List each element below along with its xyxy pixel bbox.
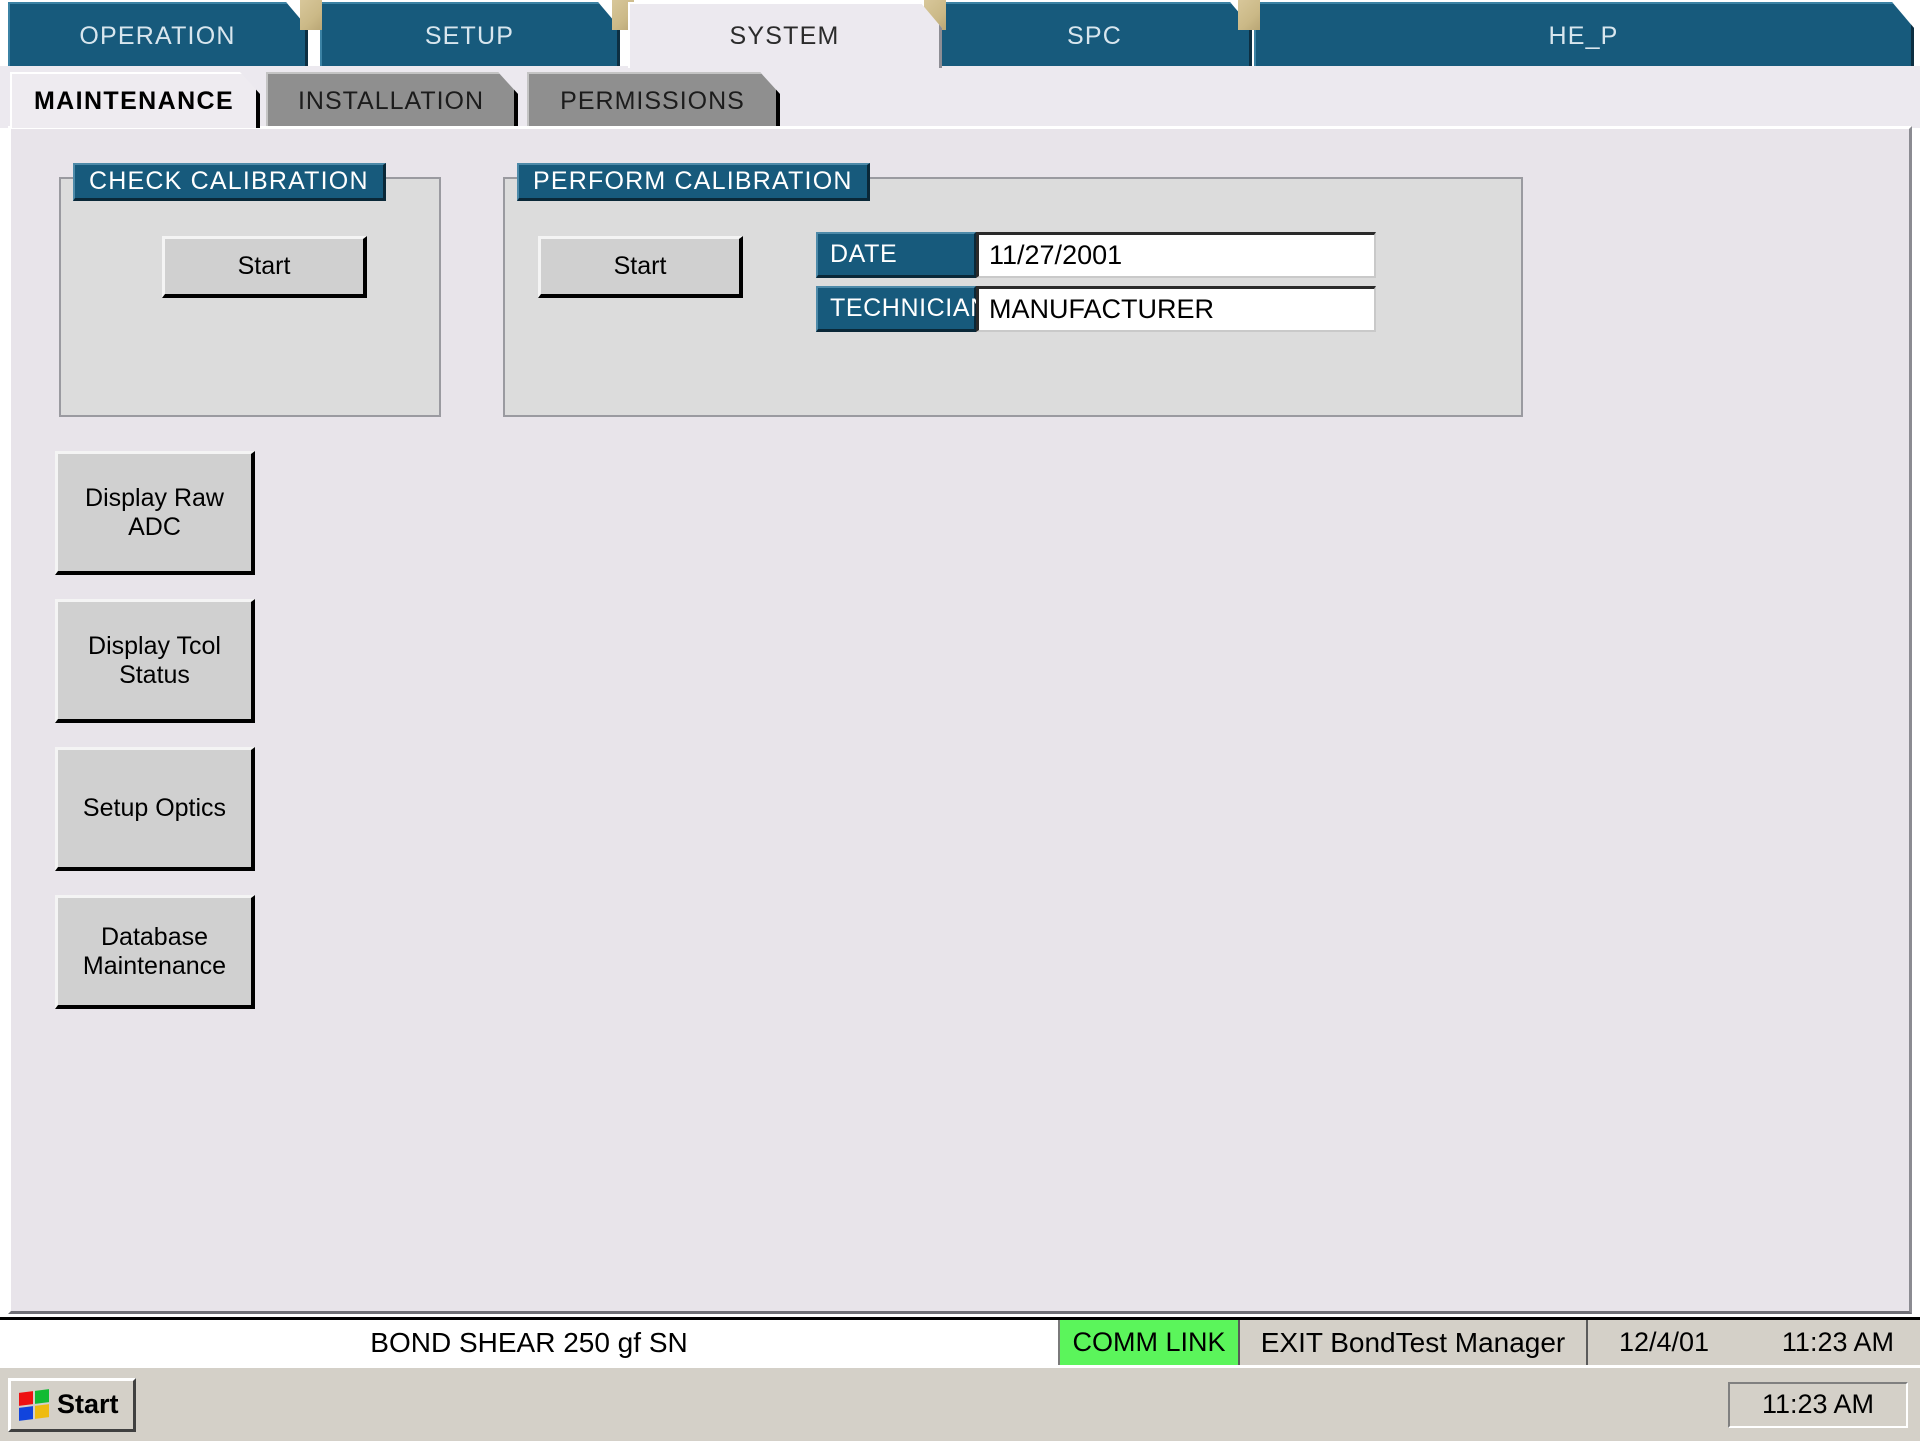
exit-bondtest-manager-button[interactable]: EXIT BondTest Manager: [1240, 1320, 1588, 1365]
status-bar-time: 11:23 AM: [1781, 1327, 1894, 1357]
comm-link-status-badge[interactable]: COMM LINK: [1060, 1320, 1240, 1365]
application-status-bar: BOND SHEAR 250 gf SN COMM LINK EXIT Bond…: [0, 1317, 1920, 1365]
sub-tab-installation[interactable]: INSTALLATION: [266, 72, 518, 128]
main-tab-setup-label: SETUP: [424, 21, 515, 50]
machine-identification: BOND SHEAR 250 gf SN: [0, 1320, 1060, 1365]
sub-tab-installation-label: INSTALLATION: [297, 86, 485, 115]
database-maintenance-button[interactable]: Database Maintenance: [55, 895, 255, 1009]
check-calibration-panel: CHECK CALIBRATION Start: [59, 163, 441, 417]
calibration-technician-row: TECHNICIAN MANUFACTURER: [816, 286, 1376, 332]
check-calibration-title: CHECK CALIBRATION: [73, 163, 386, 201]
database-maintenance-label: Database Maintenance: [82, 922, 227, 980]
tab-separator-wedge: [1238, 0, 1260, 30]
calibration-technician-label: TECHNICIAN: [816, 286, 988, 332]
calibration-date-label: DATE: [816, 232, 976, 278]
main-tab-system[interactable]: SYSTEM: [628, 2, 942, 68]
sub-tab-maintenance[interactable]: MAINTENANCE: [10, 72, 260, 128]
main-tab-spc[interactable]: SPC: [938, 2, 1252, 68]
windows-flag-icon: [19, 1388, 49, 1421]
calibration-date-row: DATE 11/27/2001: [816, 232, 1376, 278]
setup-optics-label: Setup Optics: [82, 794, 227, 822]
main-tab-help[interactable]: HE_P: [1254, 2, 1914, 68]
sub-tab-bar: MAINTENANCE INSTALLATION PERMISSIONS: [0, 66, 1920, 128]
perform-calibration-start-button[interactable]: Start: [538, 236, 743, 298]
start-button[interactable]: Start: [8, 1377, 136, 1432]
maintenance-page: CHECK CALIBRATION Start PERFORM CALIBRAT…: [8, 126, 1912, 1314]
sub-tab-permissions-label: PERMISSIONS: [560, 86, 745, 115]
main-tab-system-label: SYSTEM: [729, 21, 840, 50]
main-tab-spc-label: SPC: [1066, 21, 1122, 50]
display-tool-status-button[interactable]: Display Tcol Status: [55, 599, 255, 723]
check-calibration-start-label: Start: [237, 252, 291, 280]
start-button-label: Start: [57, 1389, 119, 1419]
perform-calibration-title: PERFORM CALIBRATION: [517, 163, 870, 201]
perform-calibration-start-label: Start: [613, 252, 667, 280]
sub-tab-permissions[interactable]: PERMISSIONS: [527, 72, 780, 128]
display-tool-status-label: Display Tcol Status: [88, 631, 221, 689]
status-bar-date: 12/4/01: [1618, 1327, 1710, 1357]
main-tab-operation[interactable]: OPERATION: [8, 2, 308, 68]
main-tab-bar: OPERATION SETUP SYSTEM SPC HE_P: [0, 0, 1920, 70]
check-calibration-start-button[interactable]: Start: [162, 236, 367, 298]
display-raw-adc-button[interactable]: Display Raw ADC: [55, 451, 255, 575]
main-tab-help-label: HE_P: [1548, 21, 1619, 50]
tab-separator-wedge: [300, 0, 322, 30]
calibration-date-input[interactable]: 11/27/2001: [976, 232, 1376, 278]
calibration-technician-input[interactable]: MANUFACTURER: [976, 286, 1376, 332]
taskbar-clock[interactable]: 11:23 AM: [1728, 1381, 1908, 1428]
sub-tab-maintenance-label: MAINTENANCE: [33, 86, 235, 115]
main-tab-setup[interactable]: SETUP: [320, 2, 620, 68]
windows-taskbar: Start 11:23 AM: [0, 1365, 1920, 1441]
main-tab-operation-label: OPERATION: [79, 21, 236, 50]
application-window: OPERATION SETUP SYSTEM SPC HE_P MAINTENA…: [0, 0, 1920, 1441]
perform-calibration-panel: PERFORM CALIBRATION Start DATE 11/27/200…: [503, 163, 1523, 417]
display-raw-adc-label: Display Raw ADC: [85, 483, 224, 541]
setup-optics-button[interactable]: Setup Optics: [55, 747, 255, 871]
